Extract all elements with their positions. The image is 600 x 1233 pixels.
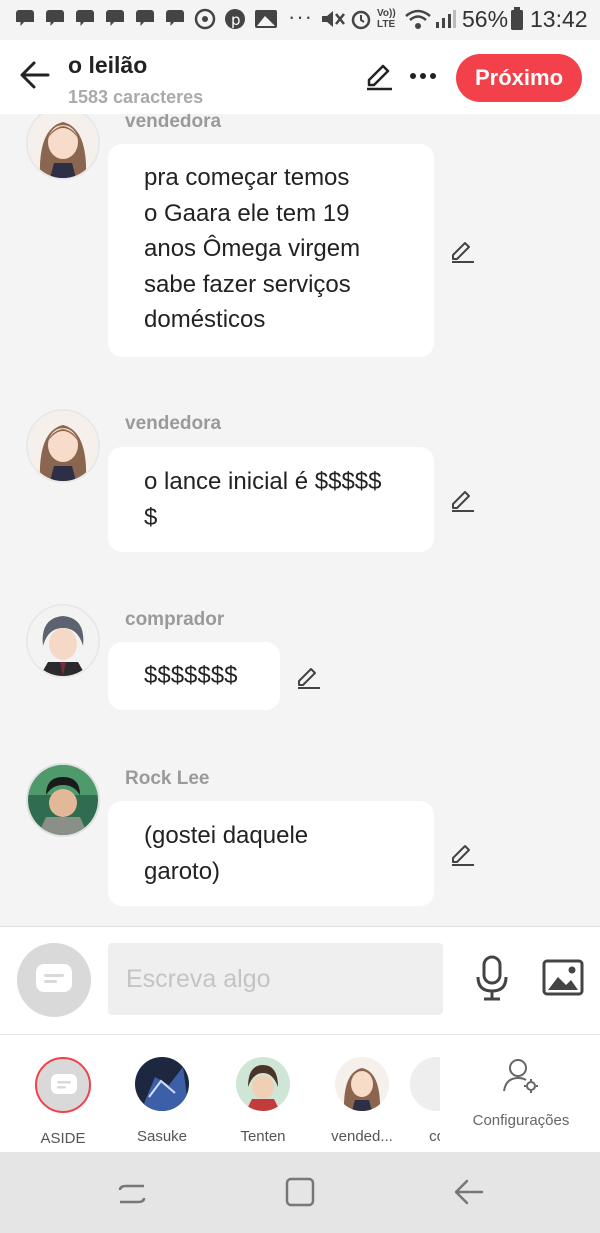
edit-message-icon[interactable] bbox=[450, 841, 476, 867]
character-label: vended... bbox=[331, 1128, 393, 1145]
signal-icon bbox=[436, 10, 456, 28]
wifi-icon bbox=[405, 9, 431, 29]
message-bubble[interactable]: (gostei daquele garoto) bbox=[108, 801, 434, 906]
message-line: domésticos bbox=[144, 306, 266, 333]
settings-button[interactable]: Configurações bbox=[462, 1057, 580, 1129]
character-comprador-clipped[interactable]: co bbox=[400, 1035, 440, 1153]
notification-message-icon bbox=[136, 10, 154, 26]
more-options-icon[interactable] bbox=[410, 72, 436, 80]
message-line: $$$$$$$ bbox=[144, 662, 238, 689]
next-button[interactable]: Próximo bbox=[456, 54, 582, 102]
character-tenten[interactable]: Tenten bbox=[223, 1055, 303, 1145]
character-label: Sasuke bbox=[136, 1128, 188, 1145]
back-nav-icon[interactable] bbox=[452, 1178, 486, 1206]
message-input-bar bbox=[0, 926, 600, 1035]
character-sasuke[interactable]: Sasuke bbox=[122, 1055, 202, 1145]
back-arrow-icon[interactable] bbox=[18, 58, 52, 92]
character-selector: ASIDE Sasuke Tenten vended... co Configu… bbox=[0, 1034, 600, 1153]
microphone-icon[interactable] bbox=[474, 955, 510, 1003]
character-label: Tenten bbox=[240, 1128, 286, 1145]
message-bubble[interactable]: o lance inicial é $$$$$ $ bbox=[108, 447, 434, 552]
image-notification-icon bbox=[255, 10, 277, 28]
battery-percent: 56% bbox=[462, 6, 509, 32]
edit-message-icon[interactable] bbox=[450, 238, 476, 264]
svg-text:p: p bbox=[231, 11, 241, 29]
character-avatar bbox=[135, 1057, 189, 1111]
pinterest-icon: p bbox=[225, 9, 245, 29]
recent-apps-icon[interactable] bbox=[116, 1178, 148, 1208]
battery-icon bbox=[511, 7, 523, 30]
message-line: o Gaara ele tem 19 bbox=[144, 199, 350, 227]
character-avatar bbox=[410, 1057, 440, 1111]
message-bubble[interactable]: pra começar temos o Gaara ele tem 19 ano… bbox=[108, 144, 434, 357]
message-line: o lance inicial é $$$$$ bbox=[144, 468, 382, 495]
message-sender: vendedora bbox=[125, 413, 222, 434]
aside-message-icon bbox=[51, 1074, 77, 1094]
message-line: anos Ômega virgem bbox=[144, 235, 361, 262]
character-label: co bbox=[429, 1128, 440, 1145]
character-avatar bbox=[236, 1057, 290, 1111]
message-line: sabe fazer serviços bbox=[144, 270, 351, 298]
image-upload-icon[interactable] bbox=[542, 959, 584, 997]
message-sender: vendedora bbox=[125, 114, 222, 132]
avatar-comprador[interactable] bbox=[26, 604, 100, 678]
message-sender: Rock Lee bbox=[125, 768, 210, 789]
home-icon[interactable] bbox=[284, 1176, 316, 1208]
whatsapp-icon bbox=[194, 8, 216, 30]
character-avatar bbox=[335, 1057, 389, 1111]
volte-indicator: Vo)) LTE bbox=[377, 8, 396, 30]
aside-message-icon bbox=[36, 964, 72, 992]
more-notifications-icon: ··· bbox=[288, 4, 313, 29]
notification-message-icon bbox=[76, 10, 94, 26]
user-settings-icon bbox=[503, 1059, 538, 1093]
message-line: pra começar temos bbox=[144, 164, 350, 191]
notification-message-icon bbox=[46, 10, 64, 26]
character-count: 1583 caracteres bbox=[68, 87, 204, 107]
avatar-vendedora[interactable] bbox=[26, 114, 100, 180]
aside-toggle-button[interactable] bbox=[17, 943, 91, 1017]
avatar-vendedora[interactable] bbox=[26, 409, 100, 483]
character-comprador[interactable]: co bbox=[400, 1055, 440, 1145]
editor-header: o leilão 1583 caracteres Próximo bbox=[0, 40, 600, 114]
message-line: (gostei daquele bbox=[144, 822, 309, 849]
page-title: o leilão bbox=[68, 52, 148, 78]
message-sender: comprador bbox=[125, 609, 225, 630]
message-input[interactable] bbox=[108, 943, 443, 1015]
mute-icon bbox=[322, 11, 345, 27]
settings-label: Configurações bbox=[472, 1112, 570, 1129]
edit-pencil-icon[interactable] bbox=[364, 62, 394, 92]
notification-message-icon bbox=[166, 10, 184, 26]
alarm-icon bbox=[351, 10, 371, 30]
edit-message-icon[interactable] bbox=[450, 487, 476, 513]
character-vendedora[interactable]: vended... bbox=[322, 1055, 402, 1145]
notification-message-icon bbox=[16, 10, 34, 26]
status-bar: p ··· Vo)) LTE 56% 13:42 bbox=[0, 0, 600, 40]
chat-area[interactable]: vendedora pra começar temos o Gaara ele … bbox=[0, 114, 600, 926]
clock: 13:42 bbox=[530, 6, 588, 32]
character-aside[interactable]: ASIDE bbox=[23, 1055, 103, 1147]
avatar-rock-lee[interactable] bbox=[26, 763, 100, 837]
edit-message-icon[interactable] bbox=[296, 664, 322, 690]
message-line: garoto) bbox=[144, 857, 221, 885]
message-bubble[interactable]: $$$$$$$ bbox=[108, 642, 280, 710]
notification-message-icon bbox=[106, 10, 124, 26]
character-label: ASIDE bbox=[40, 1130, 86, 1147]
system-navigation-bar bbox=[0, 1152, 600, 1233]
message-line: $ bbox=[144, 503, 158, 531]
